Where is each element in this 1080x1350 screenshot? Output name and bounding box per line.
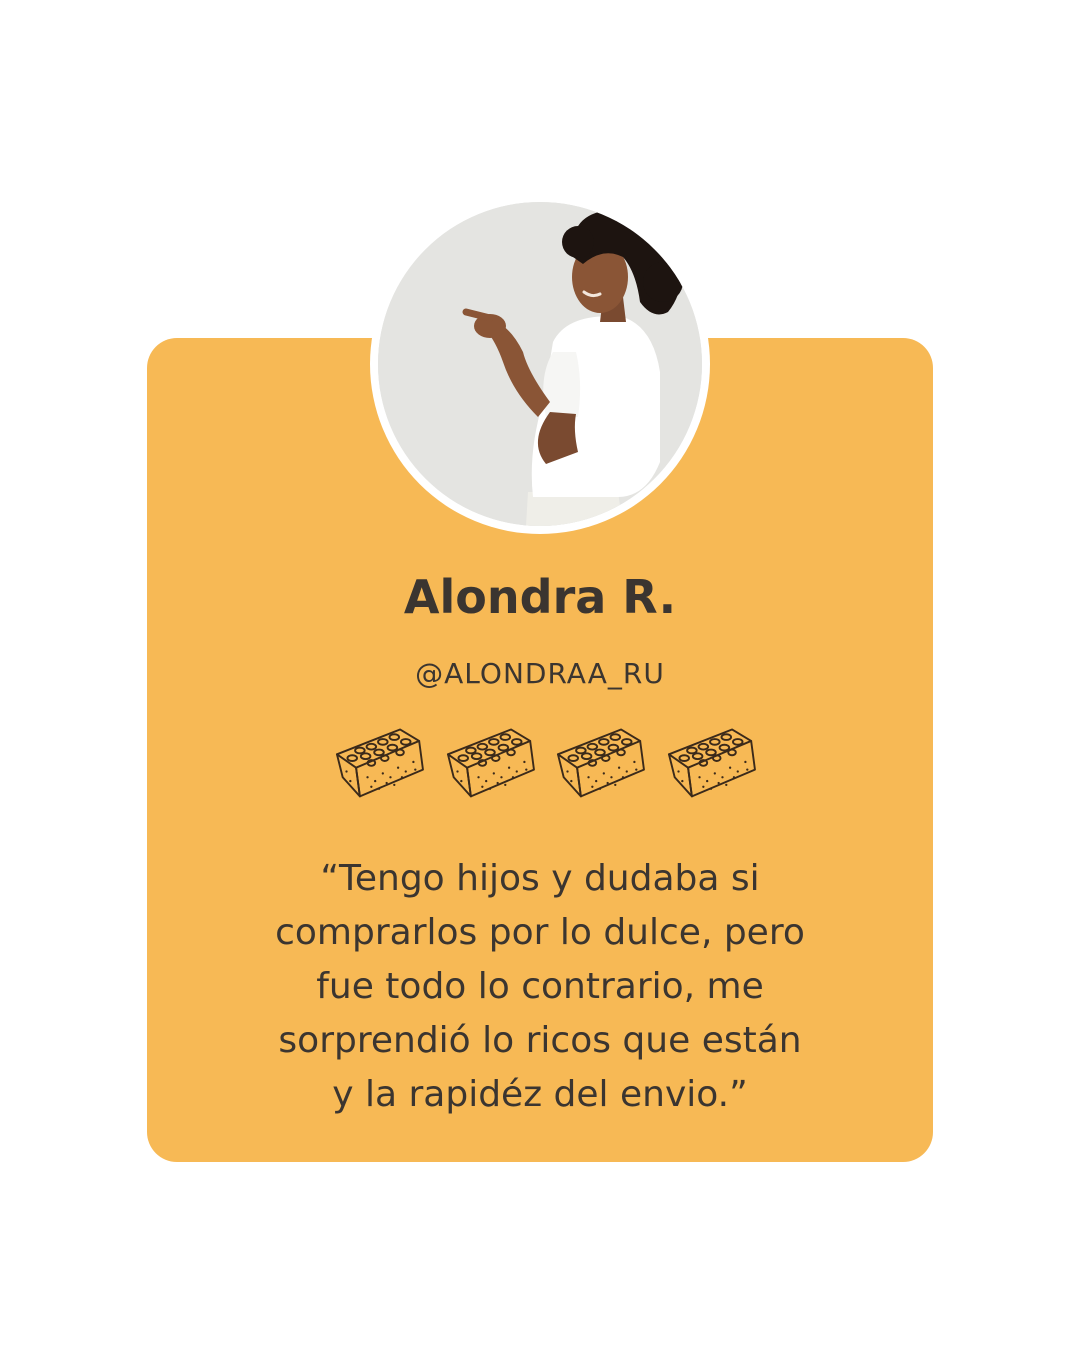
granola-bar-icon	[446, 728, 535, 798]
review-quote: “Tengo hijos y dudaba si comprarlos por …	[275, 858, 805, 1115]
granola-bar-icon	[667, 728, 756, 798]
granola-bar-icon	[336, 728, 424, 798]
avatar	[370, 194, 710, 534]
rating	[330, 718, 760, 804]
avatar-photo	[378, 202, 702, 526]
reviewer-name: Alondra R.	[403, 570, 677, 624]
granola-bar-icon	[557, 728, 646, 798]
reviewer-handle: @ALONDRAA_RU	[415, 657, 665, 690]
